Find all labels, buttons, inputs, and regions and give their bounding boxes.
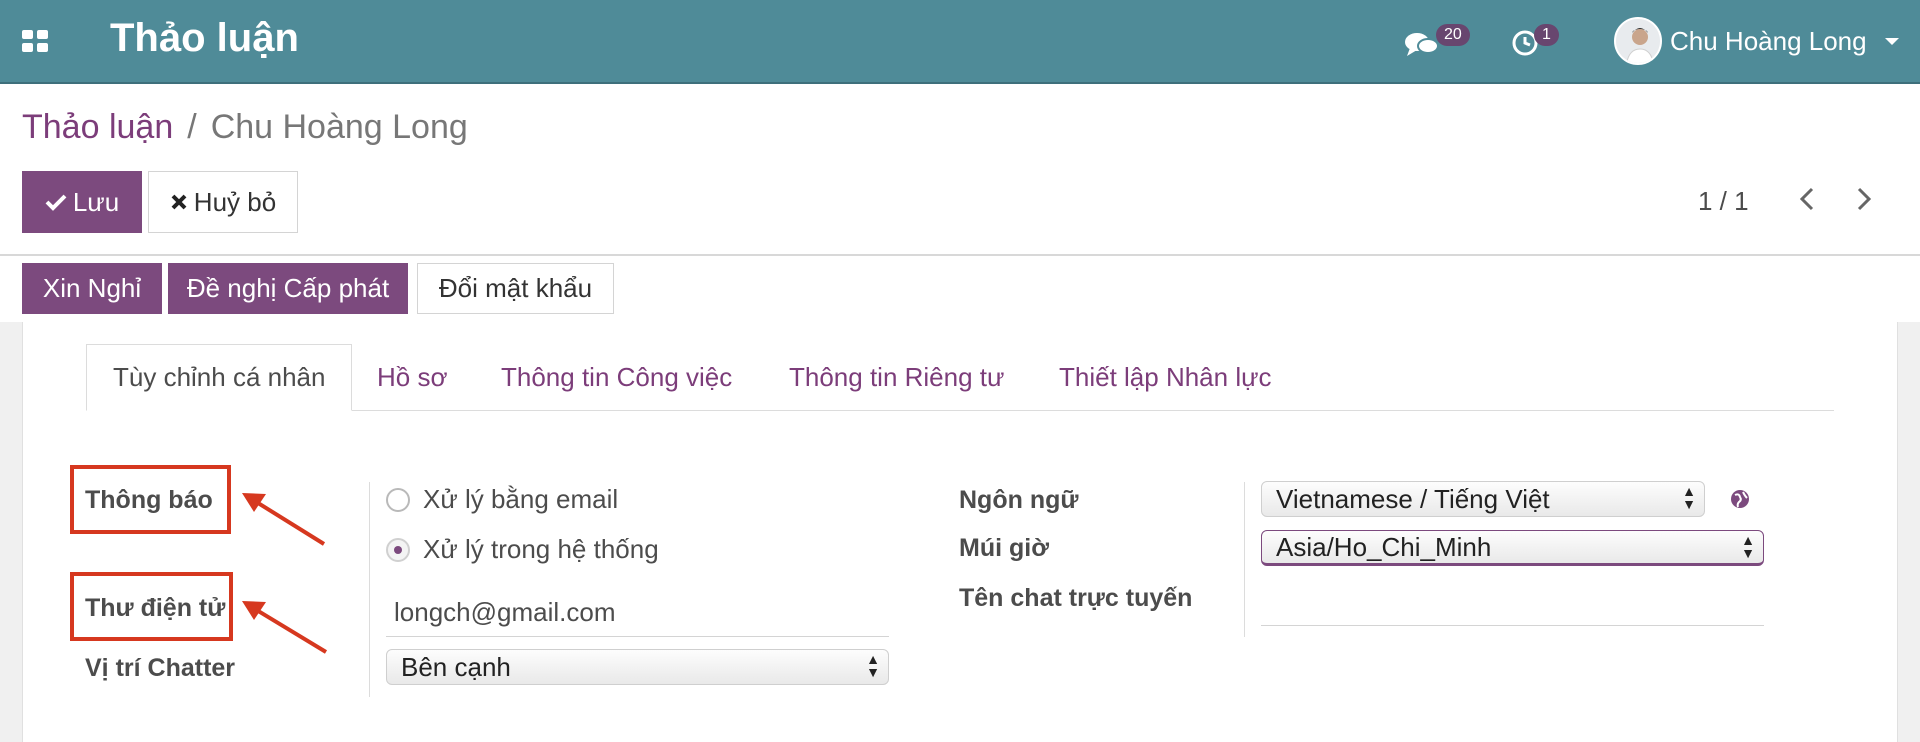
activities-count-badge: 1: [1534, 24, 1559, 46]
chevron-left-icon: [1799, 187, 1814, 211]
activities-button[interactable]: 1: [1510, 24, 1570, 60]
chatter-position-label: Vị trí Chatter: [85, 654, 236, 682]
timezone-label: Múi giờ: [959, 534, 1049, 562]
pager-value[interactable]: 1 / 1: [1698, 186, 1749, 217]
language-value: Vietnamese / Tiếng Việt: [1276, 483, 1550, 514]
tab-private-information[interactable]: Thông tin Riêng tư: [763, 344, 1030, 411]
select-arrows-icon: ▲ ▼: [1741, 532, 1755, 561]
change-password-button[interactable]: Đổi mật khẩu: [417, 263, 614, 314]
apps-menu-icon[interactable]: [22, 30, 48, 52]
email-field[interactable]: longch@gmail.com: [394, 597, 615, 628]
close-icon: [171, 194, 187, 210]
chatter-position-value: Bên cạnh: [401, 651, 511, 682]
im-name-label: Tên chat trực tuyến: [959, 584, 1193, 612]
left-column-separator: [369, 482, 370, 697]
avatar: [1614, 17, 1662, 65]
save-button[interactable]: Lưu: [22, 171, 142, 233]
select-arrows-icon: ▲ ▼: [866, 651, 880, 680]
right-column-separator: [1244, 482, 1245, 637]
user-menu-caret-icon: [1884, 37, 1899, 45]
leave-request-button[interactable]: Xin Nghỉ: [22, 263, 162, 314]
select-arrows-icon: ▲ ▼: [1682, 483, 1696, 512]
tab-preferences[interactable]: Tùy chỉnh cá nhân: [86, 344, 353, 411]
annotation-arrow-notification: [242, 493, 326, 546]
messages-count-badge: 20: [1436, 24, 1470, 46]
control-panel-divider: [0, 254, 1920, 256]
discard-button-label: Huỷ bỏ: [193, 186, 277, 217]
timezone-value: Asia/Ho_Chi_Minh: [1276, 531, 1492, 562]
pager-next-button[interactable]: [1855, 186, 1873, 219]
messages-button[interactable]: 20: [1404, 24, 1474, 60]
radio-handle-by-email[interactable]: [386, 488, 410, 512]
breadcrumb-root-link[interactable]: Thảo luận: [22, 108, 173, 146]
tab-profile[interactable]: Hồ sơ: [351, 344, 474, 411]
save-button-label: Lưu: [72, 186, 120, 217]
pager-previous-button[interactable]: [1798, 186, 1816, 219]
chatter-position-select[interactable]: Bên cạnh ▲ ▼: [386, 649, 889, 685]
globe-icon[interactable]: [1730, 489, 1750, 509]
tab-hr-settings[interactable]: Thiết lập Nhân lực: [1033, 344, 1298, 411]
timezone-select[interactable]: Asia/Ho_Chi_Minh ▲ ▼: [1261, 530, 1764, 566]
chat-bubbles-icon: [1405, 33, 1439, 56]
im-name-field-underline: [1261, 625, 1764, 626]
user-name: Chu Hoàng Long: [1670, 25, 1867, 56]
email-label: Thư điện tử: [85, 594, 226, 622]
language-select[interactable]: Vietnamese / Tiếng Việt ▲ ▼: [1261, 481, 1705, 517]
email-field-underline: [386, 636, 889, 637]
radio-label-handle-in-system[interactable]: Xử lý trong hệ thống: [423, 534, 659, 565]
annotation-arrow-email: [242, 601, 328, 654]
breadcrumb-separator: /: [187, 108, 197, 146]
radio-label-handle-by-email[interactable]: Xử lý bằng email: [423, 484, 618, 515]
language-label: Ngôn ngữ: [959, 486, 1079, 514]
notification-label: Thông báo: [85, 486, 213, 514]
user-menu[interactable]: Chu Hoàng Long: [1614, 16, 1899, 66]
discard-button[interactable]: Huỷ bỏ: [148, 171, 298, 233]
tab-work-information[interactable]: Thông tin Công việc: [475, 344, 758, 411]
breadcrumb: Thảo luận / Chu Hoàng Long: [22, 108, 468, 147]
breadcrumb-current: Chu Hoàng Long: [210, 108, 468, 146]
top-navbar: Thảo luận 20 1 Chu Hoàng Long: [0, 0, 1920, 84]
chevron-right-icon: [1857, 187, 1872, 211]
allocation-request-button[interactable]: Đề nghị Cấp phát: [168, 263, 408, 314]
app-title[interactable]: Thảo luận: [110, 16, 299, 61]
check-icon: [45, 194, 67, 211]
radio-handle-in-system[interactable]: [386, 538, 410, 562]
